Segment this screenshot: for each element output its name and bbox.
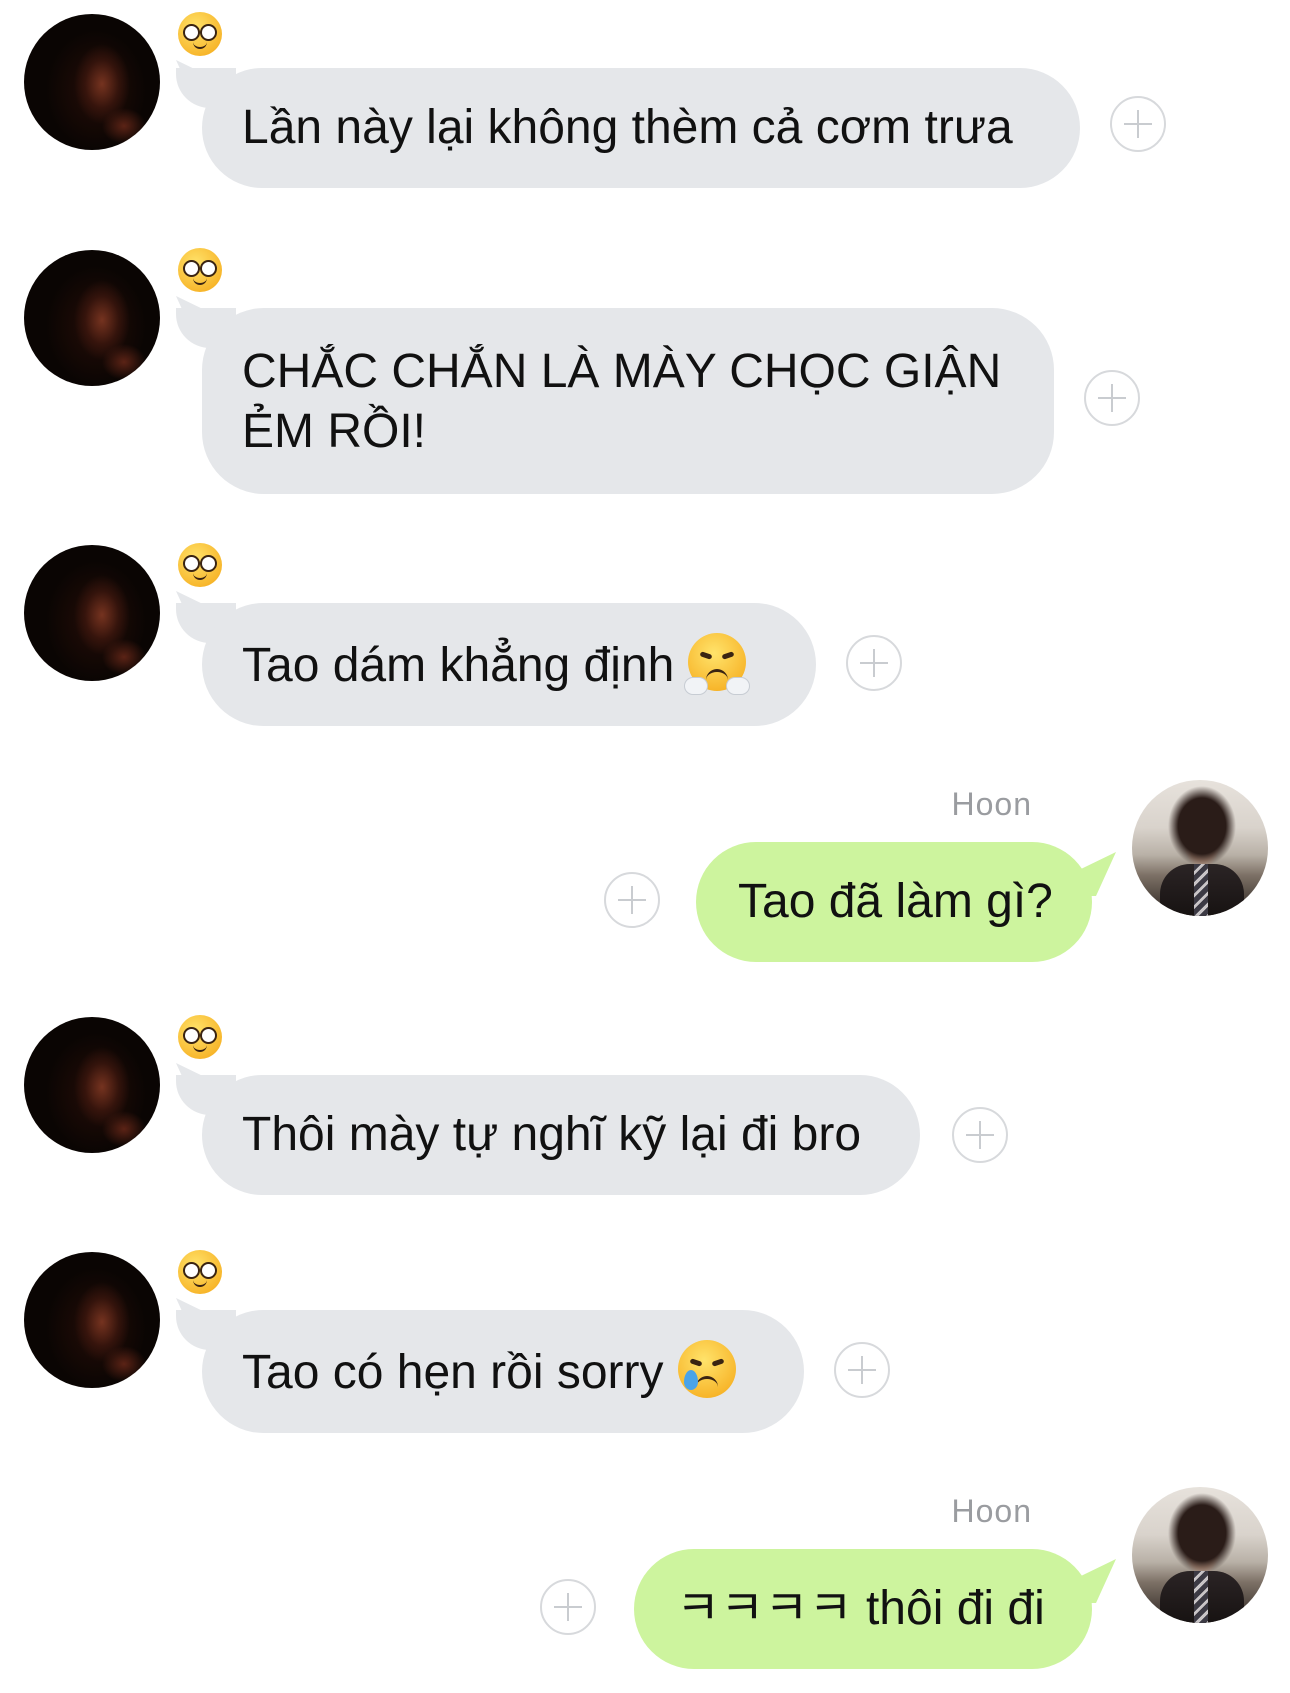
user-avatar[interactable] bbox=[1132, 780, 1268, 916]
message-text-line: CHẮC CHẮN LÀ MÀY CHỌC GIẬN bbox=[242, 345, 1002, 398]
incoming-message: Tao dám khẳng định bbox=[0, 543, 1290, 726]
message-bubble[interactable]: Tao có hẹn rồi sorry bbox=[176, 1310, 804, 1433]
add-reaction-button[interactable] bbox=[952, 1107, 1008, 1163]
message-text: ㅋㅋㅋㅋ thôi đi đi bbox=[676, 1582, 1045, 1635]
message-bubble[interactable]: Lần này lại không thèm cả cơm trưa bbox=[176, 68, 1080, 188]
nerd-face-icon[interactable] bbox=[178, 1015, 222, 1059]
add-reaction-button[interactable] bbox=[1084, 370, 1140, 426]
crying-face-icon bbox=[677, 1340, 736, 1398]
user-avatar[interactable] bbox=[1132, 1487, 1268, 1623]
incoming-message: Tao có hẹn rồi sorry bbox=[0, 1250, 1290, 1433]
add-reaction-button[interactable] bbox=[846, 635, 902, 691]
message-bubble[interactable]: CHẮC CHẮN LÀ MÀY CHỌC GIẬN ẺM RỒI! bbox=[176, 308, 1054, 494]
message-bubble[interactable]: ㅋㅋㅋㅋ thôi đi đi bbox=[634, 1549, 1092, 1669]
face-with-steam-icon bbox=[684, 633, 751, 695]
message-text: Tao đã làm gì? bbox=[738, 875, 1053, 928]
message-bubble[interactable]: Thôi mày tự nghĩ kỹ lại đi bro bbox=[176, 1075, 920, 1195]
contact-avatar[interactable] bbox=[24, 14, 160, 150]
message-text: Tao dám khẳng định bbox=[242, 639, 675, 692]
message-text: Lần này lại không thèm cả cơm trưa bbox=[242, 101, 1013, 154]
add-reaction-button[interactable] bbox=[604, 872, 660, 928]
outgoing-message: Hoon ㅋㅋㅋㅋ thôi đi đi bbox=[0, 1487, 1290, 1687]
add-reaction-button[interactable] bbox=[1110, 96, 1166, 152]
sender-name: Hoon bbox=[951, 786, 1032, 822]
nerd-face-icon[interactable] bbox=[178, 248, 222, 292]
incoming-message: Lần này lại không thèm cả cơm trưa bbox=[0, 12, 1290, 188]
message-text: Tao có hẹn rồi sorry bbox=[242, 1346, 664, 1399]
add-reaction-button[interactable] bbox=[540, 1579, 596, 1635]
message-text: Thôi mày tự nghĩ kỹ lại đi bro bbox=[242, 1108, 862, 1161]
contact-avatar[interactable] bbox=[24, 1017, 160, 1153]
sender-name: Hoon bbox=[951, 1493, 1032, 1529]
message-text-line: ẺM RỒI! bbox=[242, 405, 427, 458]
incoming-message: CHẮC CHẮN LÀ MÀY CHỌC GIẬN ẺM RỒI! bbox=[0, 248, 1290, 494]
nerd-face-icon[interactable] bbox=[178, 12, 222, 56]
contact-avatar[interactable] bbox=[24, 1252, 160, 1388]
add-reaction-button[interactable] bbox=[834, 1342, 890, 1398]
nerd-face-icon[interactable] bbox=[178, 543, 222, 587]
outgoing-message: Hoon Tao đã làm gì? bbox=[0, 780, 1290, 970]
contact-avatar[interactable] bbox=[24, 250, 160, 386]
chat-thread: Lần này lại không thèm cả cơm trưa CHẮC … bbox=[0, 0, 1290, 1693]
nerd-face-icon[interactable] bbox=[178, 1250, 222, 1294]
incoming-message: Thôi mày tự nghĩ kỹ lại đi bro bbox=[0, 1015, 1290, 1197]
message-bubble[interactable]: Tao dám khẳng định bbox=[176, 603, 816, 726]
contact-avatar[interactable] bbox=[24, 545, 160, 681]
message-bubble[interactable]: Tao đã làm gì? bbox=[696, 842, 1092, 962]
